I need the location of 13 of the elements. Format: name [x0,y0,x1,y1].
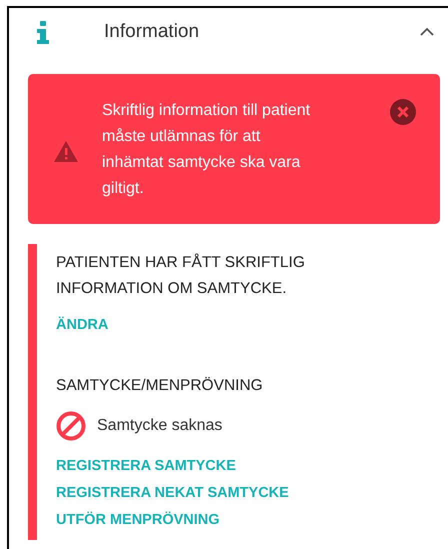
section-heading: SAMTYCKE/MENPRÖVNING [56,376,264,396]
action-link[interactable]: REGISTRERA NEKAT SAMTYCKE [56,480,289,507]
close-icon[interactable] [390,99,416,125]
alert-message: Skriftlig information till patient måste utlämnas för att inhämtat samtycke ska vara giltigt. [102,101,312,199]
warning-icon [53,140,79,162]
section-heading: PATIENTEN HAR FÅTT SKRIFTLIG INFORMATION OM SAMTYCKE. [56,252,306,299]
chevron-icon [420,27,434,37]
info-icon [35,20,51,44]
section-title: Information [104,21,200,43]
status-text: Samtycke saknas [97,417,222,435]
action-link[interactable]: UTFÖR MENPRÖVNING [56,507,220,534]
action-link[interactable]: ÄNDRA [56,312,108,339]
action-link[interactable]: REGISTRERA SAMTYCKE [56,453,236,480]
